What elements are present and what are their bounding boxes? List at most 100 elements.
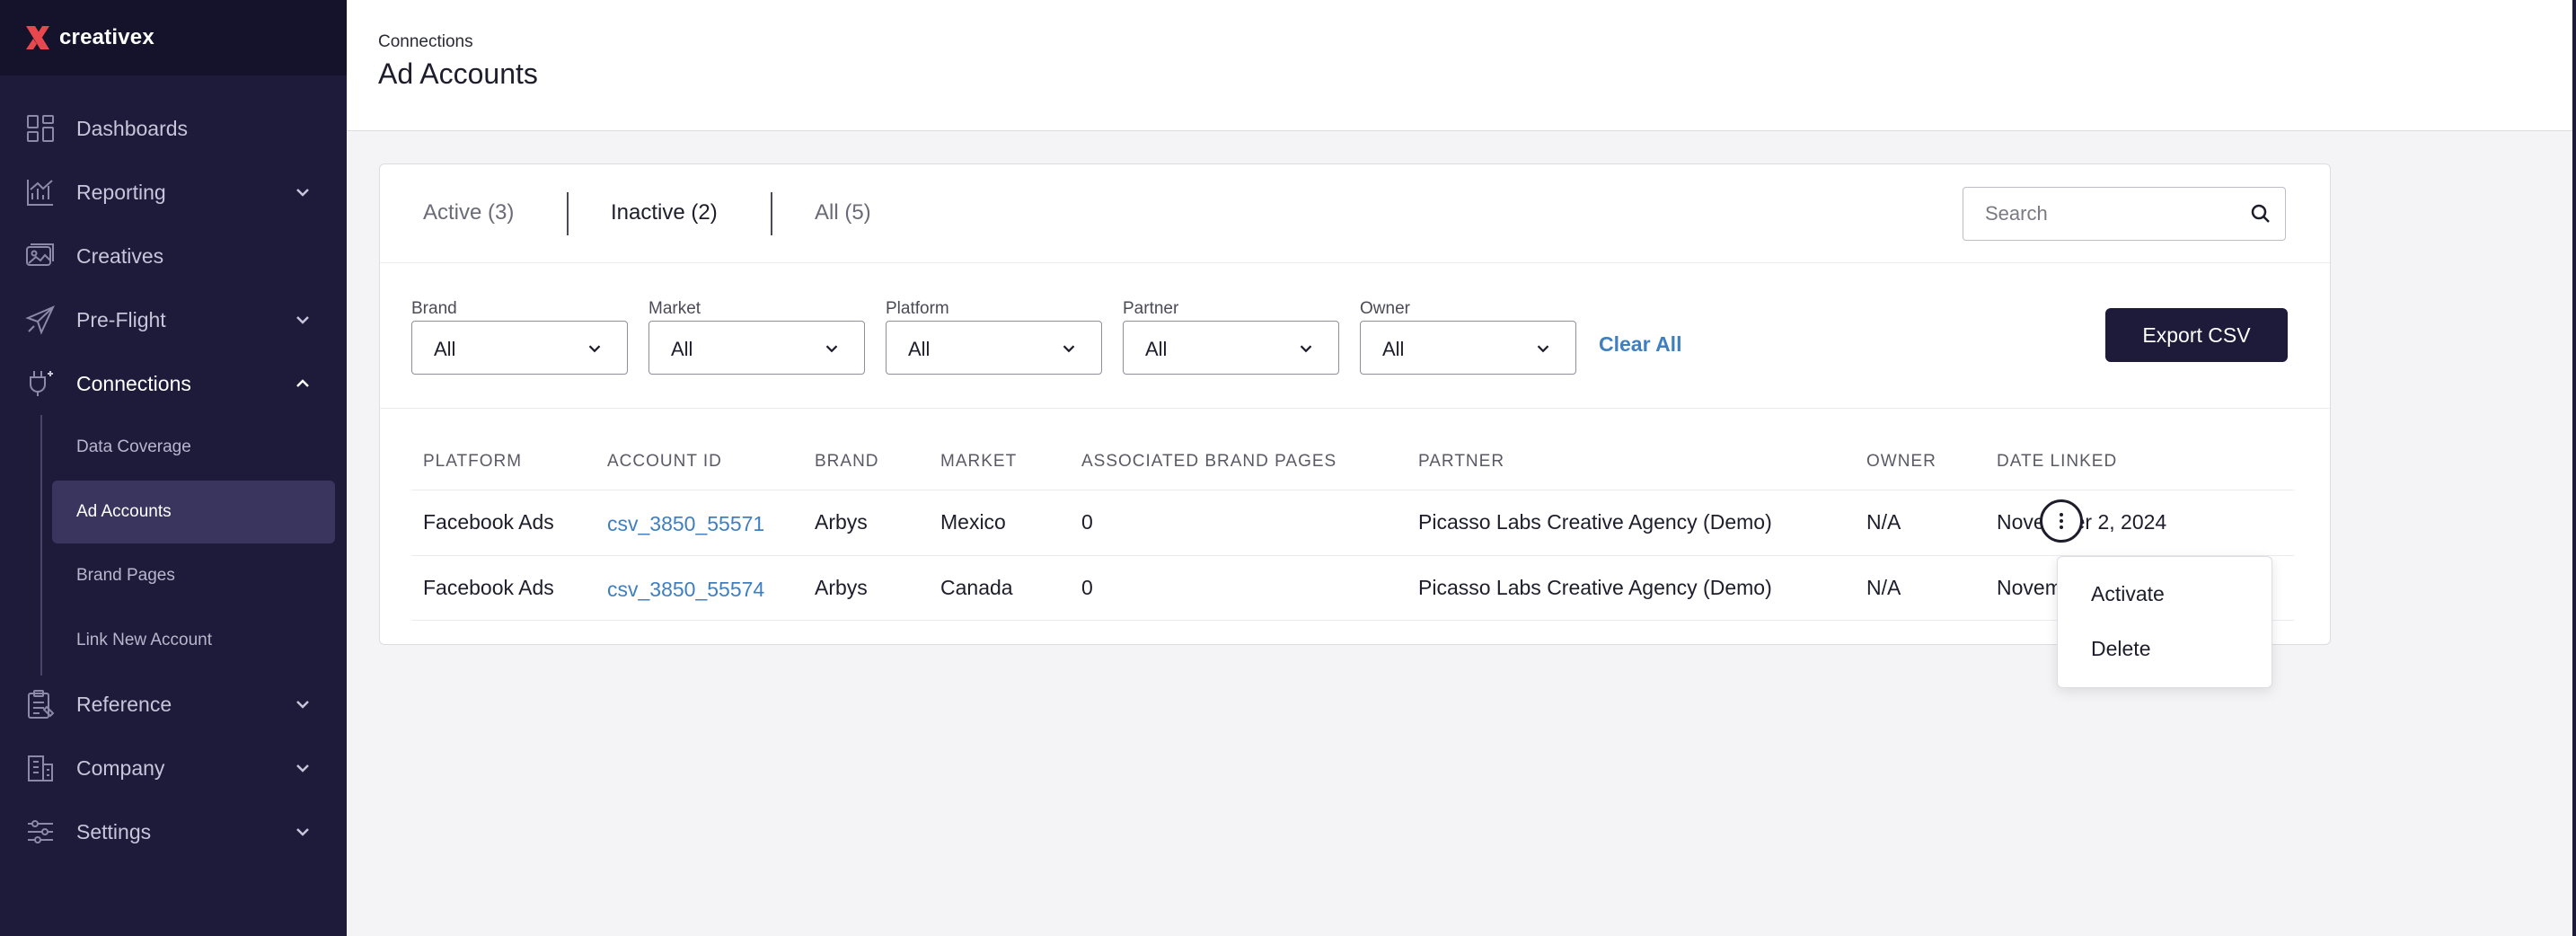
sidebar-subitem-data-coverage[interactable]: Data Coverage <box>52 416 335 479</box>
chevron-down-icon <box>292 821 313 843</box>
chevron-up-icon <box>292 373 313 394</box>
table-row: Facebook Ads csv_3850_55574 Arbys Canada… <box>411 555 2294 621</box>
column-header-platform: PLATFORM <box>423 452 523 471</box>
tab-divider <box>771 192 772 235</box>
tab-all[interactable]: All (5) <box>815 200 871 225</box>
menu-item-activate[interactable]: Activate <box>2091 582 2165 606</box>
sidebar-item-settings[interactable]: Settings <box>0 805 347 859</box>
filter-market: Market All <box>648 299 865 375</box>
row-actions-button[interactable] <box>2040 499 2083 543</box>
sidebar-item-creatives[interactable]: Creatives <box>0 229 347 283</box>
sidebar-subitem-ad-accounts[interactable]: Ad Accounts <box>52 481 335 543</box>
cell-platform: Facebook Ads <box>423 510 554 534</box>
sidebar-item-pre-flight[interactable]: Pre-Flight <box>0 293 347 347</box>
tabs-bar: Active (3) Inactive (2) All (5) <box>380 164 2330 263</box>
clipboard-icon <box>25 689 56 720</box>
search-input[interactable] <box>1963 188 2233 240</box>
sidebar-item-label: Connections <box>76 371 191 395</box>
cell-owner: N/A <box>1866 576 1901 599</box>
chevron-down-icon <box>1537 345 1549 353</box>
column-header-partner: PARTNER <box>1418 452 1505 471</box>
column-header-owner: OWNER <box>1866 452 1936 471</box>
logo-text: creativex <box>59 25 154 49</box>
window-edge <box>2572 0 2576 936</box>
sidebar-item-connections[interactable]: Connections <box>0 357 347 411</box>
column-header-brand: BRAND <box>815 452 879 471</box>
platform-select[interactable]: All <box>886 321 1102 375</box>
filter-label: Market <box>648 299 701 318</box>
tab-divider <box>567 192 569 235</box>
market-select[interactable]: All <box>648 321 865 375</box>
select-value: All <box>671 338 693 360</box>
cell-market: Canada <box>940 576 1013 599</box>
filters-bar: Brand All Market All Platform All Partne… <box>380 263 2330 409</box>
sidebar-item-label: Settings <box>76 819 152 843</box>
sliders-icon <box>25 817 56 847</box>
filter-owner: Owner All <box>1360 299 1576 375</box>
breadcrumb[interactable]: Connections <box>378 32 473 52</box>
sidebar-item-dashboards[interactable]: Dashboards <box>0 102 347 155</box>
select-value: All <box>1145 338 1168 360</box>
select-value: All <box>434 338 456 360</box>
dashboard-grid-icon <box>25 113 56 144</box>
chevron-down-icon <box>292 309 313 331</box>
account-id-link[interactable]: csv_3850_55571 <box>607 512 764 536</box>
plug-icon <box>25 368 56 399</box>
sidebar-item-label: Company <box>76 755 165 780</box>
logo[interactable]: creativex <box>0 0 347 75</box>
cell-platform: Facebook Ads <box>423 576 554 599</box>
sidebar-item-label: Dashboards <box>76 116 189 140</box>
sidebar-item-reference[interactable]: Reference <box>0 677 347 731</box>
tab-inactive[interactable]: Inactive (2) <box>611 200 718 225</box>
sidebar-subitem-label: Link New Account <box>76 631 213 649</box>
cell-partner: Picasso Labs Creative Agency (Demo) <box>1418 510 1772 534</box>
cell-brand: Arbys <box>815 576 868 599</box>
chevron-down-icon <box>292 757 313 779</box>
menu-item-delete[interactable]: Delete <box>2091 637 2150 661</box>
sidebar-item-company[interactable]: Company <box>0 741 347 795</box>
column-header-date-linked: DATE LINKED <box>1997 452 2118 471</box>
account-id-link[interactable]: csv_3850_55574 <box>607 578 764 602</box>
chevron-down-icon <box>292 181 313 203</box>
select-value: All <box>1382 338 1405 360</box>
filter-partner: Partner All <box>1123 299 1339 375</box>
cell-associated-brand-pages: 0 <box>1081 576 1093 599</box>
search-box <box>1963 187 2286 241</box>
sidebar-subitem-label: Ad Accounts <box>76 502 172 521</box>
cell-owner: N/A <box>1866 510 1901 534</box>
cell-date-linked: Novem <box>1997 576 2062 599</box>
sidebar-subitem-brand-pages[interactable]: Brand Pages <box>52 544 335 607</box>
cell-associated-brand-pages: 0 <box>1081 510 1093 534</box>
owner-select[interactable]: All <box>1360 321 1576 375</box>
tab-active[interactable]: Active (3) <box>423 200 514 225</box>
more-vertical-icon <box>2060 513 2063 529</box>
sidebar-item-label: Creatives <box>76 243 164 268</box>
filter-label: Owner <box>1360 299 1410 318</box>
creativex-logo-icon <box>26 26 49 49</box>
ad-accounts-card: Active (3) Inactive (2) All (5) Brand Al… <box>379 163 2331 645</box>
clear-all-link[interactable]: Clear All <box>1599 332 1681 357</box>
sidebar-subitem-label: Brand Pages <box>76 566 175 585</box>
sidebar: creativex Dashboards Reporting Creatives <box>0 0 347 936</box>
sidebar-subitem-link-new-account[interactable]: Link New Account <box>52 609 335 672</box>
filter-label: Platform <box>886 299 949 318</box>
export-csv-button[interactable]: Export CSV <box>2105 308 2288 362</box>
creatives-image-icon <box>25 241 56 271</box>
partner-select[interactable]: All <box>1123 321 1339 375</box>
filter-brand: Brand All <box>411 299 628 375</box>
page-header: Connections Ad Accounts <box>347 0 2576 131</box>
filter-platform: Platform All <box>886 299 1102 375</box>
column-header-market: MARKET <box>940 452 1018 471</box>
cell-partner: Picasso Labs Creative Agency (Demo) <box>1418 576 1772 599</box>
column-header-associated-brand-pages: ASSOCIATED BRAND PAGES <box>1081 452 1337 471</box>
search-icon[interactable] <box>2250 203 2272 225</box>
brand-select[interactable]: All <box>411 321 628 375</box>
cell-market: Mexico <box>940 510 1006 534</box>
reporting-chart-icon <box>25 177 56 208</box>
sidebar-item-reporting[interactable]: Reporting <box>0 165 347 219</box>
row-actions-menu: Activate Delete <box>2057 556 2272 688</box>
filter-label: Brand <box>411 299 457 318</box>
chevron-down-icon <box>292 693 313 715</box>
chevron-down-icon <box>825 345 838 353</box>
paper-plane-icon <box>25 305 56 335</box>
